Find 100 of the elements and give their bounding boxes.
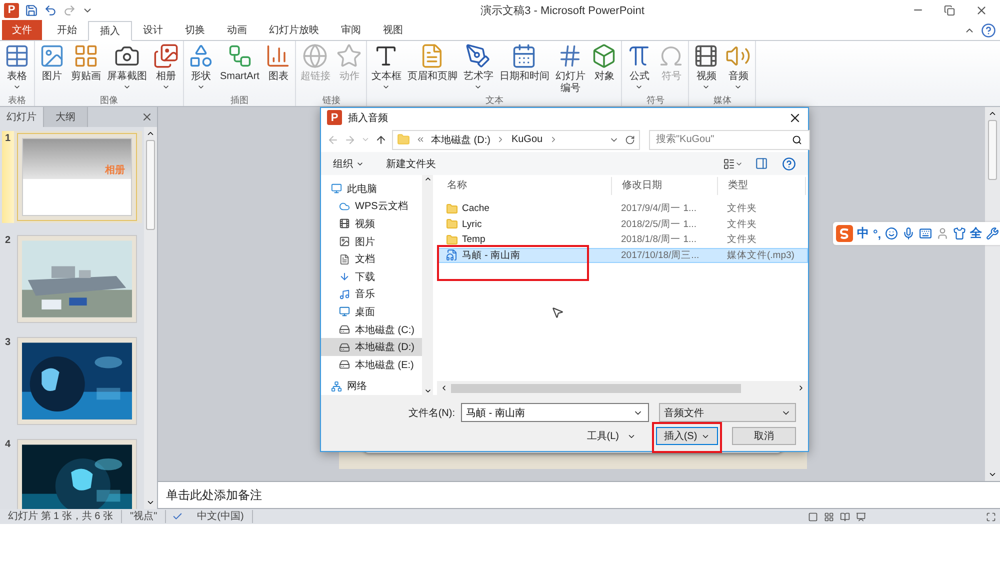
file-type-dropdown[interactable]: 音频文件 bbox=[659, 403, 796, 422]
nav-item[interactable]: 图片 bbox=[321, 232, 422, 250]
scroll-up-icon[interactable] bbox=[424, 175, 432, 183]
filename-field[interactable]: 马頔 - 南山南 bbox=[461, 403, 649, 422]
save-icon[interactable] bbox=[25, 4, 38, 16]
ribbon-tab[interactable]: 审阅 bbox=[330, 20, 372, 40]
ribbon-button[interactable]: SmartArt bbox=[218, 41, 262, 95]
fit-window-icon[interactable] bbox=[986, 512, 996, 522]
nav-item[interactable]: WPS云文档 bbox=[321, 198, 422, 216]
ribbon-button[interactable]: 表格 bbox=[2, 41, 32, 95]
check-icon[interactable] bbox=[172, 511, 184, 522]
up-icon[interactable] bbox=[375, 134, 387, 146]
nav-item[interactable]: 本地磁盘 (E:) bbox=[321, 356, 422, 374]
help-icon[interactable] bbox=[981, 23, 996, 38]
scroll-left-icon[interactable] bbox=[440, 384, 448, 392]
search-field[interactable]: 搜索"KuGou" bbox=[649, 130, 810, 150]
shirt-icon[interactable] bbox=[953, 227, 966, 240]
column-header[interactable]: 名称 bbox=[437, 177, 612, 195]
ribbon-tab[interactable]: 开始 bbox=[46, 20, 88, 40]
slide-thumbnail-row[interactable]: 3 bbox=[2, 335, 142, 427]
refresh-icon[interactable] bbox=[625, 134, 635, 145]
settings-icon[interactable] bbox=[986, 227, 1000, 240]
user-icon[interactable] bbox=[936, 227, 950, 240]
file-tab[interactable]: 文件 bbox=[2, 20, 42, 40]
breadcrumb[interactable]: KuGou bbox=[511, 134, 543, 146]
ribbon-button[interactable]: 相册 bbox=[151, 41, 181, 95]
scrollbar[interactable] bbox=[144, 127, 157, 509]
panel-tab[interactable]: 大纲 bbox=[44, 107, 88, 127]
keyboard-icon[interactable] bbox=[919, 227, 932, 240]
scroll-up-icon[interactable] bbox=[988, 109, 997, 118]
smile-icon[interactable] bbox=[885, 227, 898, 240]
column-header[interactable]: 修改日期 bbox=[612, 177, 718, 195]
width-mode[interactable]: 全 bbox=[970, 225, 982, 242]
nav-item[interactable]: 本地磁盘 (D:) bbox=[321, 338, 422, 356]
scroll-down-icon[interactable] bbox=[988, 470, 997, 479]
nav-item[interactable]: 下载 bbox=[321, 268, 422, 286]
tools-button[interactable]: 工具(L) bbox=[580, 428, 642, 444]
normal-view-icon[interactable] bbox=[808, 512, 818, 522]
ribbon-button[interactable]: 公式 bbox=[624, 41, 654, 95]
nav-item[interactable]: 音乐 bbox=[321, 286, 422, 304]
slide-thumbnail-row[interactable]: 2 bbox=[2, 233, 142, 325]
punctuation-mode[interactable]: °, bbox=[873, 226, 882, 240]
address-bar[interactable]: 本地磁盘 (D:) KuGou bbox=[392, 130, 640, 150]
insert-button[interactable]: 插入(S) bbox=[656, 427, 718, 446]
scrollbar[interactable] bbox=[422, 175, 433, 396]
book-icon[interactable] bbox=[840, 512, 850, 522]
file-row[interactable]: Cache 2017/9/4/周一 1... 文件夹 bbox=[437, 201, 808, 216]
ribbon-button[interactable]: 剪贴画 bbox=[69, 41, 103, 95]
ribbon-tab[interactable]: 设计 bbox=[132, 20, 174, 40]
ribbon-tab[interactable]: 插入 bbox=[88, 21, 132, 41]
scroll-down-icon[interactable] bbox=[146, 498, 155, 507]
ribbon-button[interactable]: 图表 bbox=[263, 41, 294, 95]
preview-pane-icon[interactable] bbox=[755, 157, 768, 170]
scroll-right-icon[interactable] bbox=[797, 384, 805, 392]
input-mode[interactable]: 中 bbox=[857, 225, 869, 242]
panel-tab[interactable]: 幻灯片 bbox=[0, 107, 44, 127]
breadcrumb[interactable]: 本地磁盘 (D:) bbox=[431, 132, 490, 147]
microphone-icon[interactable] bbox=[902, 227, 916, 240]
scroll-thumb[interactable] bbox=[146, 140, 155, 230]
nav-item[interactable]: 桌面 bbox=[321, 303, 422, 321]
ribbon-button[interactable]: 屏幕截图 bbox=[105, 41, 149, 95]
ribbon-button[interactable]: 对象 bbox=[589, 41, 620, 95]
notes-pane[interactable]: 单击此处添加备注 bbox=[158, 481, 1000, 509]
slide-thumbnail-row[interactable]: 1 相册 bbox=[2, 131, 142, 223]
ribbon-button[interactable]: 视频 bbox=[691, 41, 722, 95]
ribbon-tab[interactable]: 动画 bbox=[216, 20, 258, 40]
help-icon[interactable] bbox=[782, 156, 796, 171]
ribbon-button[interactable]: 音频 bbox=[723, 41, 754, 95]
ime-logo[interactable] bbox=[836, 225, 853, 242]
ribbon-tab[interactable]: 视图 bbox=[372, 20, 414, 40]
scrollbar[interactable] bbox=[437, 381, 808, 396]
nav-item[interactable]: 此电脑 bbox=[321, 180, 422, 198]
ribbon-button[interactable]: 日期和时间 bbox=[497, 41, 552, 95]
ribbon-tab[interactable]: 幻灯片放映 bbox=[258, 20, 330, 40]
cancel-button[interactable]: 取消 bbox=[732, 427, 796, 446]
ribbon-button[interactable]: 图片 bbox=[37, 41, 67, 95]
ribbon-button[interactable]: 艺术字 bbox=[461, 41, 496, 95]
scroll-up-icon[interactable] bbox=[146, 129, 155, 138]
slide-thumbnail-row[interactable]: 4 bbox=[2, 437, 142, 509]
nav-item[interactable]: 文档 bbox=[321, 250, 422, 268]
nav-item[interactable]: 视频 bbox=[321, 215, 422, 233]
file-row[interactable]: Lyric 2018/2/5/周一 1... 文件夹 bbox=[437, 216, 808, 232]
restore-icon[interactable] bbox=[944, 4, 955, 16]
nav-item[interactable]: 本地磁盘 (C:) bbox=[321, 320, 422, 338]
ribbon-button[interactable]: 形状 bbox=[186, 41, 216, 95]
ribbon-button[interactable]: 幻灯片 编号 bbox=[553, 41, 588, 95]
file-row[interactable]: Temp 2018/1/8/周一 1... 文件夹 bbox=[437, 232, 808, 248]
ribbon-tab[interactable]: 切换 bbox=[174, 20, 216, 40]
grid-view-icon[interactable] bbox=[824, 512, 834, 522]
ribbon-button[interactable]: 页眉和页脚 bbox=[405, 41, 460, 95]
presentation-icon[interactable] bbox=[856, 512, 866, 522]
nav-item[interactable]: 网络 bbox=[321, 378, 422, 396]
scrollbar[interactable] bbox=[985, 107, 1000, 481]
column-header[interactable]: 类型 bbox=[718, 177, 806, 195]
ribbon-button[interactable]: 文本框 bbox=[369, 41, 404, 95]
organize-button[interactable]: 组织 bbox=[333, 156, 364, 171]
scroll-thumb[interactable] bbox=[988, 120, 997, 180]
file-row[interactable]: 马頔 - 南山南 2017/10/18/周三... 媒体文件(.mp3) bbox=[437, 248, 808, 263]
new-folder-button[interactable]: 新建文件夹 bbox=[386, 156, 436, 171]
undo-icon[interactable] bbox=[44, 4, 57, 16]
